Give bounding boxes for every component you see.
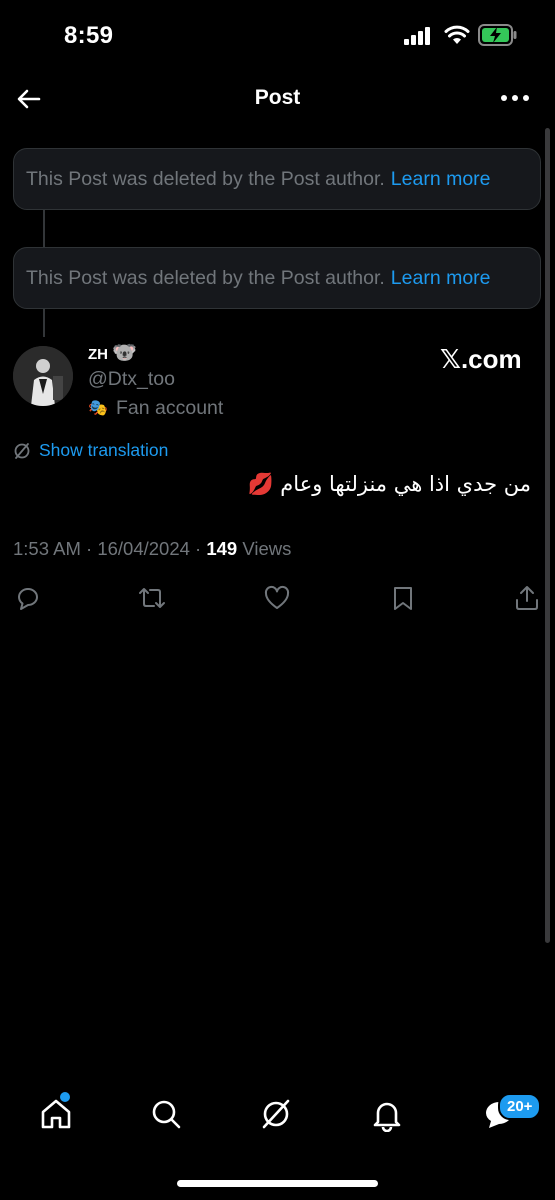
home-notification-dot bbox=[60, 1092, 70, 1102]
messages-badge: 20+ bbox=[498, 1093, 542, 1120]
post-timestamp[interactable]: 1:53 AM · 16/04/2024 · bbox=[13, 538, 206, 559]
account-label: Fan account bbox=[116, 397, 224, 419]
battery-charging-icon bbox=[478, 24, 517, 46]
thread-line bbox=[43, 210, 45, 247]
author-handle[interactable]: @Dtx_too bbox=[88, 368, 175, 391]
deleted-post-card: This Post was deleted by the Post author… bbox=[13, 247, 541, 309]
repost-icon[interactable] bbox=[138, 584, 166, 612]
views-label: Views bbox=[237, 538, 292, 559]
avatar[interactable] bbox=[13, 346, 73, 406]
deleted-post-message: This Post was deleted by the Post author… bbox=[26, 167, 385, 190]
status-time: 8:59 bbox=[64, 22, 114, 49]
author-name[interactable]: ZH bbox=[88, 346, 108, 363]
scrollbar[interactable] bbox=[545, 128, 550, 943]
x-com-watermark: 𝕏.com bbox=[440, 344, 522, 374]
performing-arts-icon: 🎭 bbox=[88, 400, 108, 417]
learn-more-link[interactable]: Learn more bbox=[391, 267, 491, 290]
share-icon[interactable] bbox=[513, 584, 541, 612]
notifications-icon[interactable] bbox=[369, 1096, 405, 1132]
koala-emoji: 🐨 bbox=[112, 342, 137, 364]
search-icon[interactable] bbox=[148, 1096, 184, 1132]
wifi-icon bbox=[444, 25, 470, 44]
post-text: من جدي اذا هي منزلتها وعام 💋 bbox=[247, 472, 531, 496]
thread-line bbox=[43, 309, 45, 337]
deleted-post-message: This Post was deleted by the Post author… bbox=[26, 266, 385, 289]
like-icon[interactable] bbox=[263, 584, 291, 612]
cellular-signal-icon bbox=[404, 27, 430, 45]
show-translation-link[interactable]: Show translation bbox=[39, 440, 168, 461]
page-title: Post bbox=[254, 86, 301, 109]
translate-icon[interactable] bbox=[13, 442, 31, 460]
deleted-post-card: This Post was deleted by the Post author… bbox=[13, 148, 541, 210]
post-meta: 1:53 AM · 16/04/2024 · 149 Views bbox=[13, 538, 291, 560]
more-icon[interactable] bbox=[498, 88, 532, 108]
bookmark-icon[interactable] bbox=[389, 584, 417, 612]
home-icon[interactable] bbox=[38, 1096, 74, 1132]
home-indicator bbox=[177, 1180, 378, 1187]
reply-icon[interactable] bbox=[14, 584, 42, 612]
grok-icon[interactable] bbox=[258, 1096, 294, 1132]
learn-more-link[interactable]: Learn more bbox=[391, 168, 491, 191]
views-count[interactable]: 149 bbox=[206, 538, 237, 559]
